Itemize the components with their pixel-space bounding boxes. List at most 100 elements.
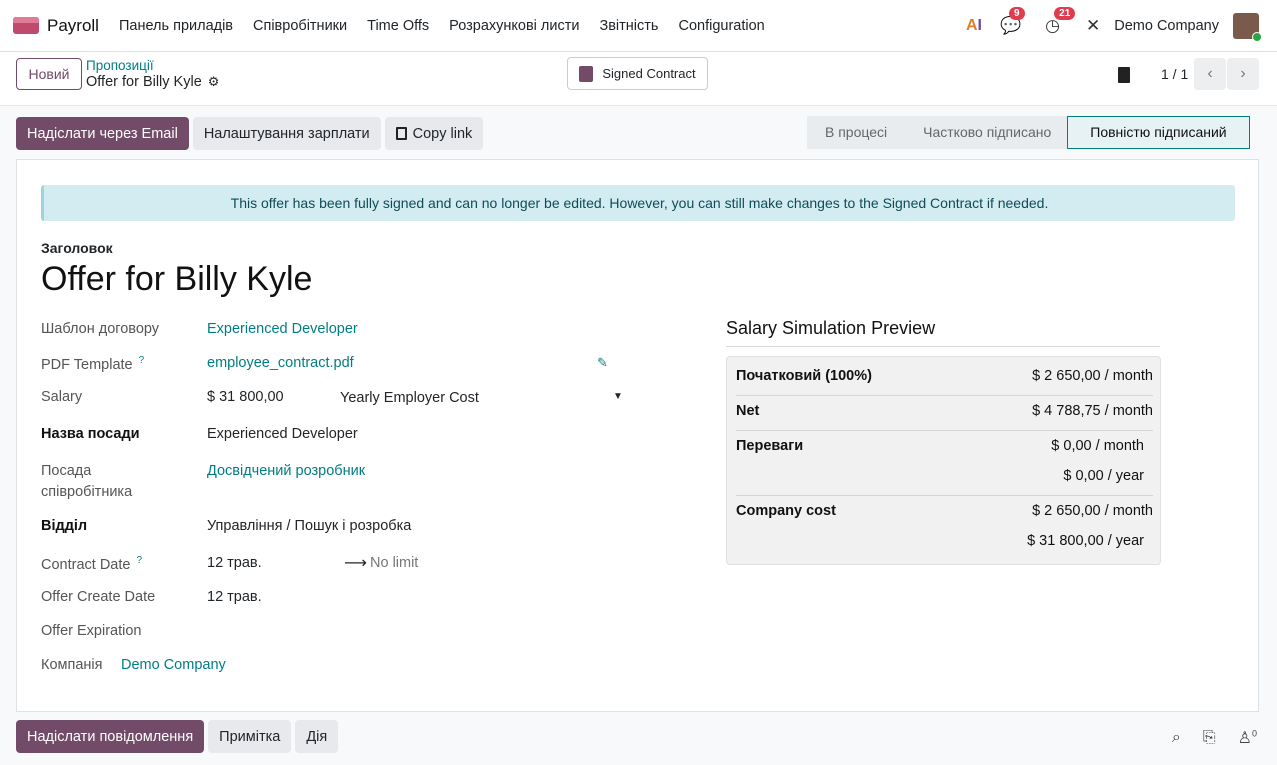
status-bar: В процесі Частково підписано Повністю пі… [807, 116, 1250, 149]
company-label: Компанія [41, 657, 103, 673]
pdf-label-text: PDF Template [41, 356, 133, 373]
department-label: Відділ [41, 518, 88, 534]
control-panel: Новий Пропозиції Offer for Billy Kyle ⚙ S… [0, 52, 1277, 106]
offer-create-label: Offer Create Date [41, 589, 156, 605]
template-value[interactable]: Experienced Developer [207, 321, 358, 337]
form-action-buttons: Надіслати через Email Налаштування зарпл… [16, 117, 487, 150]
pdf-help-icon[interactable]: ? [139, 355, 145, 366]
contract-date-start[interactable]: 12 трав. [207, 555, 262, 571]
followers-count: 0 [1251, 728, 1257, 739]
messages-icon[interactable]: 💬 9 [1000, 7, 1025, 36]
attachment-icon[interactable]: ⎘ [1203, 729, 1216, 747]
contract-date-end[interactable]: No limit [370, 555, 418, 571]
pdf-value[interactable]: employee_contract.pdf [207, 355, 354, 371]
edit-icon[interactable]: ✎ [597, 355, 608, 371]
signed-alert: This offer has been fully signed and can… [41, 185, 1235, 221]
stage-in-progress[interactable]: В процесі [807, 116, 906, 149]
offer-title: Offer for Billy Kyle [41, 260, 313, 298]
breadcrumb[interactable]: Пропозиції [86, 58, 154, 73]
preview-company-cost-month: $ 2 650,00 / month [1032, 503, 1153, 519]
preview-benefits-month: $ 0,00 / month [1051, 438, 1144, 454]
menu-time-offs[interactable]: Time Offs [357, 18, 439, 34]
send-message-button[interactable]: Надіслати повідомлення [16, 720, 205, 753]
log-note-button[interactable]: Примітка [208, 720, 292, 753]
signed-contract-button[interactable]: Signed Contract [567, 57, 708, 90]
systray: AI 💬 9 ◷ 21 ✕ Demo Company [966, 0, 1277, 52]
gear-icon[interactable]: ⚙ [208, 74, 220, 89]
preview-gross-label: Початковий (100%) [736, 368, 872, 384]
preview-company-cost-label: Company cost [736, 503, 836, 519]
job-title-value[interactable]: Experienced Developer [207, 426, 358, 442]
position-label-line2: співробітника [41, 484, 133, 500]
book-icon [579, 65, 594, 82]
new-button[interactable]: Новий [16, 58, 82, 90]
followers-icon[interactable]: ♙0 [1238, 728, 1257, 748]
title-label: Заголовок [41, 240, 113, 256]
preview-net-label: Net [736, 403, 760, 419]
menu-configuration[interactable]: Configuration [668, 18, 774, 34]
user-avatar[interactable] [1233, 13, 1262, 42]
search-icon[interactable]: ⌕ [1172, 729, 1181, 747]
copy-link-label: Copy link [412, 125, 473, 142]
preview-benefits-label: Переваги [736, 438, 804, 454]
salary-period-select[interactable]: Yearly Employer Cost [340, 390, 479, 406]
main-menu: Панель приладів Співробітники Time Offs … [109, 18, 775, 34]
preview-net-value: $ 4 788,75 / month [1032, 403, 1153, 419]
preview-title: Salary Simulation Preview [726, 318, 936, 338]
record-title-text: Offer for Billy Kyle [86, 74, 202, 90]
menu-employees[interactable]: Співробітники [243, 18, 357, 34]
offer-create-value[interactable]: 12 трав. [207, 589, 262, 605]
top-navbar: Payroll Панель приладів Співробітники Ti… [0, 0, 1277, 52]
record-title: Offer for Billy Kyle ⚙ [86, 74, 219, 90]
ai-icon[interactable]: AI [966, 17, 982, 35]
contract-date-help-icon[interactable]: ? [136, 555, 142, 566]
send-email-button[interactable]: Надіслати через Email [16, 117, 189, 150]
menu-payslips[interactable]: Розрахункові листи [439, 18, 589, 34]
department-value[interactable]: Управління / Пошук і розробка [207, 518, 411, 534]
signed-contract-label: Signed Contract [602, 66, 696, 81]
salary-preview-panel: Початковий (100%) $ 2 650,00 / month Net… [726, 356, 1161, 565]
copy-icon [395, 126, 407, 140]
template-label: Шаблон договору [41, 321, 160, 337]
company-value[interactable]: Demo Company [121, 657, 226, 673]
form-sheet: This offer has been fully signed and can… [16, 159, 1259, 712]
contract-date-label: Contract Date? [41, 555, 142, 573]
copy-link-button[interactable]: Copy link [384, 117, 484, 150]
stage-partially-signed[interactable]: Частково підписано [905, 116, 1068, 149]
position-value[interactable]: Досвідчений розробник [207, 463, 365, 479]
offer-expiration-label: Offer Expiration [41, 623, 142, 639]
preview-divider [726, 346, 1160, 347]
salary-label: Salary [41, 389, 83, 405]
salary-value[interactable]: $ 31 800,00 [207, 389, 284, 405]
payroll-app-icon[interactable] [13, 17, 39, 34]
company-switcher[interactable]: Demo Company [1114, 18, 1219, 34]
stage-fully-signed[interactable]: Повністю підписаний [1067, 116, 1250, 149]
tools-icon[interactable]: ✕ [1086, 16, 1100, 36]
pdf-label: PDF Template? [41, 355, 144, 373]
app-name[interactable]: Payroll [47, 16, 99, 36]
menu-dashboard[interactable]: Панель приладів [109, 18, 243, 34]
job-title-label: Назва посади [41, 426, 140, 442]
menu-reporting[interactable]: Звітність [589, 18, 668, 34]
preview-divider [736, 495, 1153, 496]
salary-config-button[interactable]: Налаштування зарплати [192, 117, 381, 150]
preview-company-cost-year: $ 31 800,00 / year [1027, 533, 1144, 549]
contract-date-label-text: Contract Date [41, 556, 131, 573]
chatter-buttons: Надіслати повідомлення Примітка Дія [16, 720, 342, 753]
pager-value[interactable]: 1 / 1 [1161, 66, 1188, 82]
preview-benefits-year: $ 0,00 / year [1063, 468, 1144, 484]
chatter-tools: ⌕ ⎘ ♙0 [1150, 728, 1257, 748]
preview-divider [736, 395, 1153, 396]
activity-button[interactable]: Дія [295, 720, 339, 753]
preview-divider [736, 430, 1153, 431]
bookmark-icon[interactable] [1118, 67, 1130, 83]
preview-gross-value: $ 2 650,00 / month [1032, 368, 1153, 384]
messages-badge: 9 [1008, 7, 1025, 20]
pager-previous-button[interactable]: ‹ [1194, 58, 1226, 90]
activities-icon[interactable]: ◷ 21 [1045, 7, 1076, 36]
pager-next-button[interactable]: › [1227, 58, 1259, 90]
arrow-right-icon: ⟶ [344, 555, 367, 572]
caret-down-icon[interactable]: ▼ [613, 391, 623, 402]
position-label-line1: Посада [41, 463, 92, 479]
activities-badge: 21 [1054, 7, 1076, 20]
